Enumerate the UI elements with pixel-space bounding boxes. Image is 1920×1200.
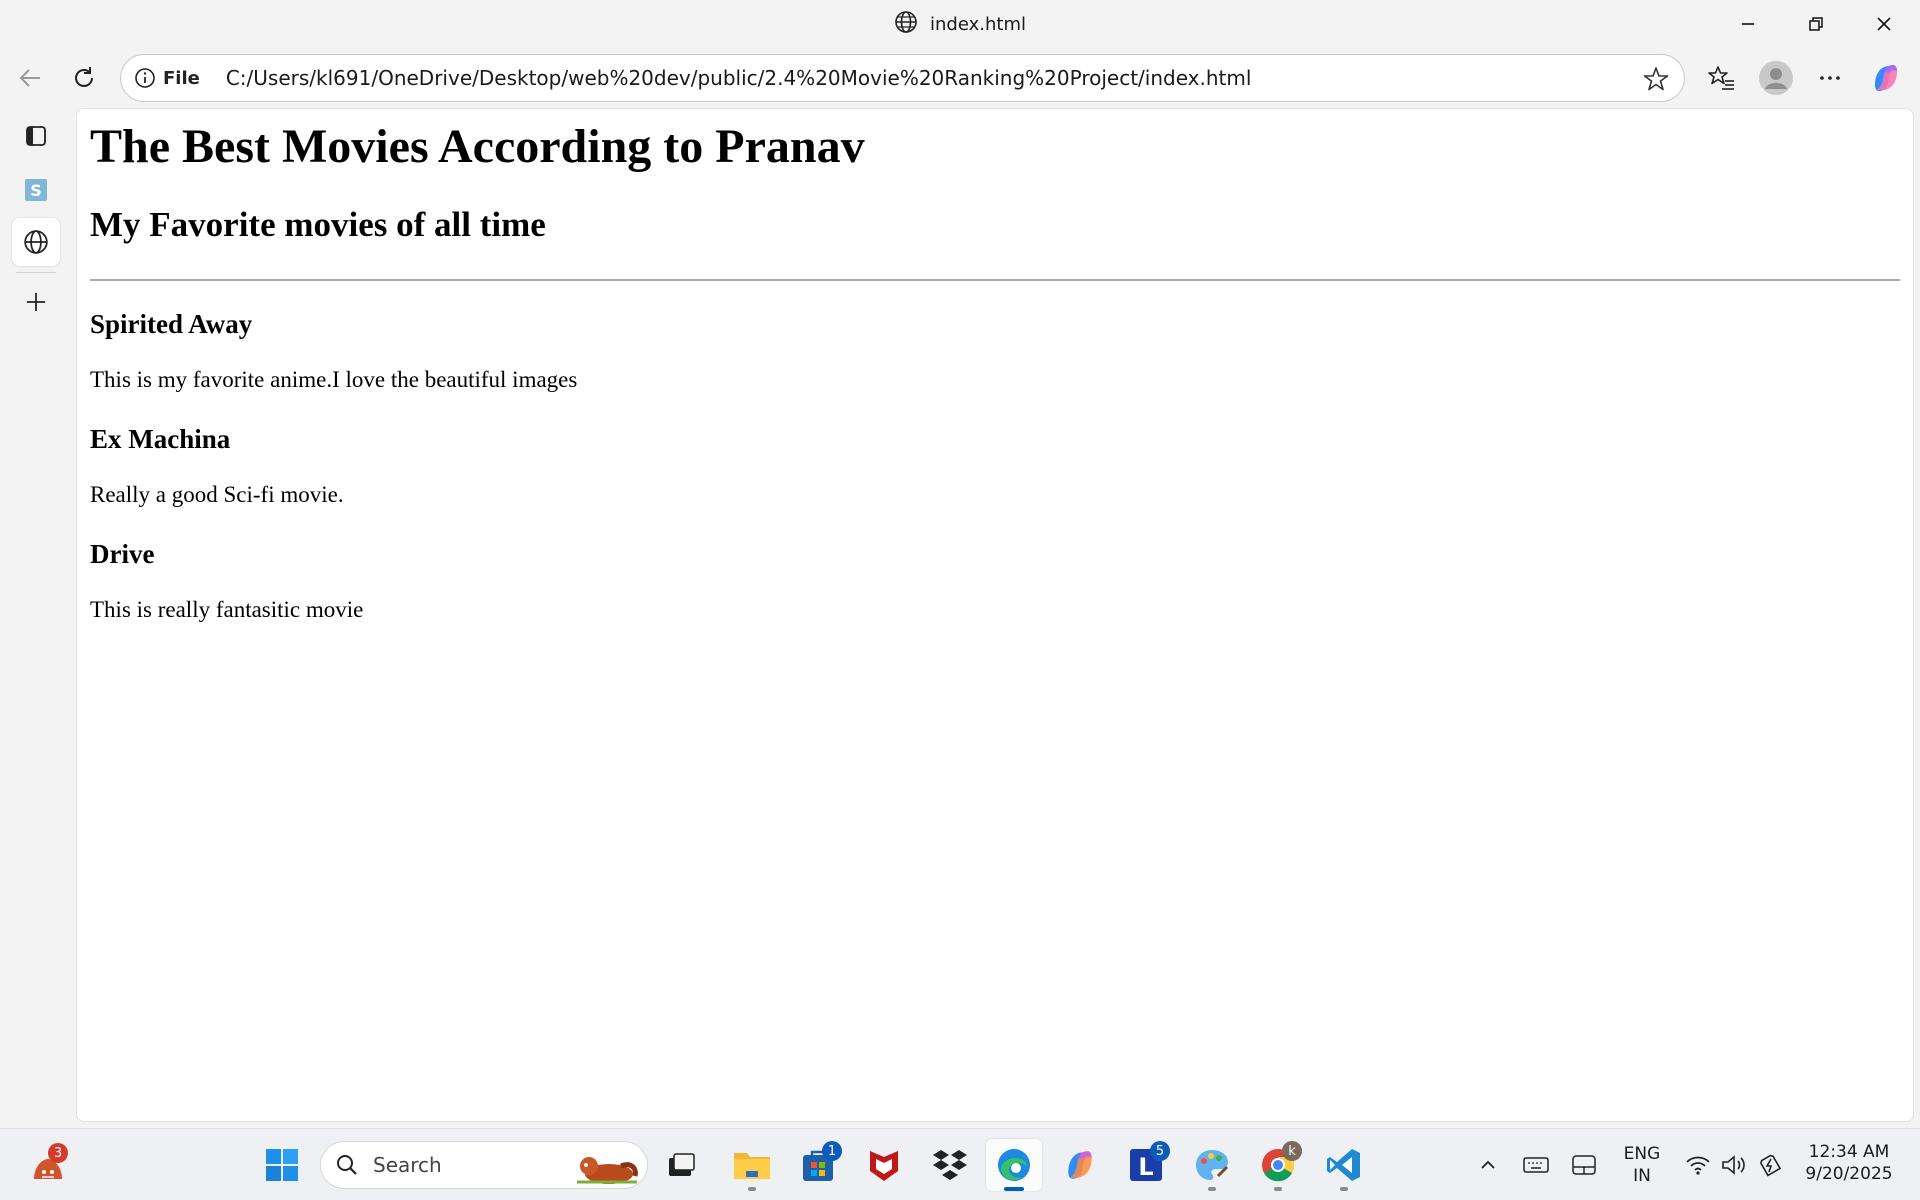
red-panda-search-art-icon [577,1157,638,1184]
task-view-button[interactable] [654,1139,710,1191]
more-menu-button[interactable] [1810,58,1850,98]
browser-toolbar: File C:/Users/kl691/OneDrive/Desktop/web… [0,48,1920,108]
touchpad-icon[interactable] [1570,1151,1598,1179]
paint-button[interactable] [1184,1139,1240,1191]
back-arrow-icon [19,69,40,87]
store-badge: 1 [822,1141,842,1161]
copilot-app-button[interactable] [1052,1139,1108,1191]
window-title: index.html [930,13,1026,35]
s-tile-icon: S [25,179,47,201]
running-indicator [1340,1187,1348,1191]
weather-widget[interactable]: 3 [20,1139,76,1191]
url-text[interactable]: C:/Users/kl691/OneDrive/Desktop/web%20de… [226,66,1252,90]
start-button[interactable] [254,1139,310,1191]
vscode-icon [1327,1149,1360,1181]
back-button[interactable] [10,58,50,98]
vscode-button[interactable] [1316,1139,1372,1191]
ellipsis-icon [1820,76,1840,80]
window-title-area: index.html [0,0,1920,48]
active-indicator [1004,1187,1024,1191]
language-indicator[interactable]: ENG IN [1614,1143,1670,1187]
running-indicator [1208,1187,1216,1191]
new-tab-button[interactable] [12,278,60,326]
dropbox-icon [933,1150,967,1180]
info-icon[interactable] [133,66,157,90]
address-bar[interactable]: File C:/Users/kl691/OneDrive/Desktop/web… [120,54,1685,102]
movie-description: This is really fantasitic movie [90,597,364,622]
favorites-list-icon [1708,66,1734,90]
page-subheading: My Favorite movies of all time [90,205,546,244]
avatar-icon [1759,61,1793,95]
tab-index-html[interactable] [12,218,60,266]
globe-icon [24,230,48,254]
region-code: IN [1633,1166,1651,1186]
edge-icon [998,1149,1030,1181]
movie-description: This is my favorite anime.I love the bea… [90,367,578,392]
weather-badge: 3 [48,1143,68,1163]
copilot-button[interactable] [1866,58,1906,98]
running-indicator [1274,1187,1282,1191]
movie-title: Spirited Away [90,309,253,339]
tab-actions-button[interactable] [12,112,60,160]
svg-text:S: S [30,181,42,200]
search-icon [337,1155,357,1175]
task-view-icon [669,1153,695,1176]
page-viewport: The Best Movies According to Pranav My F… [76,108,1914,1122]
file-explorer-button[interactable] [724,1139,780,1191]
clock-date: 9/20/2025 [1805,1164,1893,1184]
title-bar: index.html [0,0,1920,48]
horizontal-rule [90,279,1900,281]
movie-title: Drive [90,539,155,569]
copilot-icon [1068,1151,1092,1179]
dropbox-button[interactable] [922,1139,978,1191]
tab-separator [16,272,56,273]
volume-icon[interactable] [1720,1151,1748,1179]
mcafee-shield-icon [870,1151,898,1181]
plus-icon [27,293,45,311]
movie-description: Really a good Sci-fi movie. [90,482,344,507]
minimize-button[interactable] [1714,0,1782,48]
scheme-label: File [163,67,200,89]
page-heading: The Best Movies According to Pranav [90,120,865,173]
movie-title: Ex Machina [90,424,231,454]
taskbar-search[interactable]: Search [320,1141,648,1189]
clock[interactable]: 12:34 AM 9/20/2025 [1794,1141,1904,1185]
battery-charging-icon[interactable] [1756,1151,1784,1179]
chrome-profile-badge: k [1282,1141,1302,1161]
favorite-star-icon[interactable] [1642,65,1670,93]
chrome-button[interactable]: k [1250,1139,1306,1191]
profile-button[interactable] [1756,58,1796,98]
l-app-button[interactable]: L 5 [1118,1139,1174,1191]
windows-logo-icon [266,1149,298,1181]
edge-browser-button[interactable] [986,1139,1042,1191]
running-indicator [748,1187,756,1191]
l-app-badge: 5 [1150,1141,1170,1161]
tab-s-site[interactable]: S [12,166,60,214]
clock-time: 12:34 AM [1808,1142,1890,1162]
keyboard-icon[interactable] [1522,1151,1550,1179]
refresh-icon [75,67,93,87]
show-hidden-icons-chevron-up-icon[interactable] [1474,1151,1502,1179]
taskbar: 3 Search 1 L 5 k ENG IN 12:34 AM 9/20/20… [0,1128,1920,1200]
restore-button[interactable] [1782,0,1850,48]
tab-actions-icon [26,126,46,146]
folder-icon [734,1153,770,1179]
close-window-button[interactable] [1850,0,1918,48]
globe-icon [894,10,918,39]
favorites-button[interactable] [1702,58,1742,98]
microsoft-store-button[interactable]: 1 [790,1139,846,1191]
mcafee-button[interactable] [856,1139,912,1191]
language-code: ENG [1623,1144,1661,1164]
search-label: Search [373,1153,442,1177]
refresh-button[interactable] [64,58,104,98]
vertical-tabs-bar: S [0,108,76,1128]
paint-palette-icon [1196,1150,1229,1180]
copilot-icon [1875,65,1897,91]
wifi-icon[interactable] [1684,1151,1712,1179]
